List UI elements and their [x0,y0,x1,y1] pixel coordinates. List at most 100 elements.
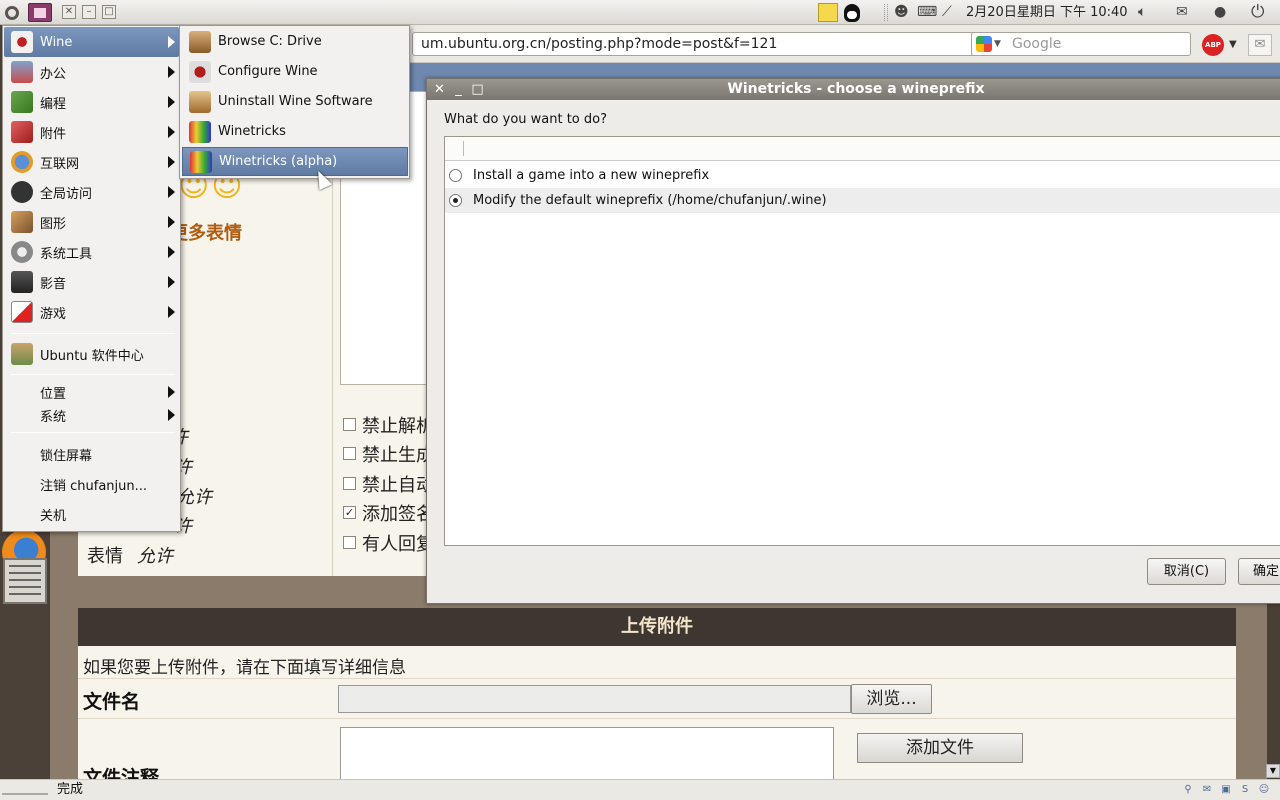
smiley-icon[interactable]: ☺ [1256,782,1272,798]
ubuntu-logo-icon[interactable] [2,3,22,22]
chevron-down-icon[interactable]: ▼ [1229,34,1237,56]
qq-tray-icon[interactable]: ☻ [894,3,909,22]
chevron-right-icon [168,126,175,138]
add-file-button[interactable]: 添加文件 [857,733,1023,763]
menu-item-graphics[interactable]: 图形 [4,207,179,237]
clock[interactable]: 2月20日星期日 下午 10:40 [966,3,1128,22]
chevron-right-icon [168,306,175,318]
checkbox-attach-signature[interactable]: ✓ [343,506,356,519]
menu-label-office: 办公 [40,66,67,82]
sp-icon[interactable]: S [1237,782,1253,798]
dialog-titlebar[interactable]: ✕ _ □ Winetricks - choose a wineprefix [427,79,1280,100]
file-input[interactable] [338,685,851,713]
minimize-icon[interactable]: – [82,5,96,19]
menu-label-graphics: 图形 [40,216,67,232]
browser-statusbar: 完成 ⚲ ✉ ▣ S ☺ [0,779,1280,800]
menu-item-shutdown[interactable]: 关机 [4,499,179,529]
menu-item-games[interactable]: 游戏 [4,297,179,327]
submenu-item-winetricks-alpha[interactable]: Winetricks (alpha) [182,147,408,176]
checkbox-label-1: 禁止解析 [362,416,434,437]
menu-label-accessibility: 全局访问 [40,186,93,202]
chevron-right-icon [168,156,175,168]
volume-icon[interactable]: 🔈︎ [1138,3,1146,22]
checkbox-label-4: 添加签名 [362,504,434,525]
chevron-right-icon [168,36,175,48]
submenu-item-uninstall[interactable]: Uninstall Wine Software [182,87,408,116]
menu-label-sound-video: 影音 [40,276,67,292]
emoticons-row: 表情 允许 [87,542,173,568]
file-comment-textarea[interactable] [340,727,834,779]
software-center-icon [11,343,33,365]
menu-label-lock-screen: 锁住屏幕 [40,448,93,464]
menu-item-system[interactable]: 系统 [4,402,179,428]
submenu-item-browse-c-drive[interactable]: Browse C: Drive [182,27,408,56]
cancel-button[interactable]: 取消(C) [1147,558,1226,585]
chat-icon[interactable]: ● [1214,3,1226,22]
option-modify-default[interactable]: Modify the default wineprefix (/home/chu… [445,188,1280,213]
option-install-game[interactable]: Install a game into a new wineprefix [445,163,1280,188]
submenu-item-configure-wine[interactable]: Configure Wine [182,57,408,86]
keyboard-icon[interactable]: ⌨ [917,3,937,22]
menu-item-programming[interactable]: 编程 [4,87,179,117]
list-header[interactable] [445,137,1280,161]
addon-icon[interactable]: ▣ [1218,782,1234,798]
menu-item-software-center[interactable]: Ubuntu 软件中心 [4,339,179,369]
radio-install-game[interactable] [449,169,462,182]
graphics-icon [11,211,33,233]
menu-item-lock-screen[interactable]: 锁住屏幕 [4,439,179,469]
submenu-label-configure-wine: Configure Wine [218,64,318,79]
mail-icon[interactable]: ✉ [1176,3,1188,22]
power-icon[interactable]: ⏻ [1251,3,1264,22]
internet-icon [11,151,33,173]
network-icon[interactable]: ⟋ [942,3,952,22]
checkbox-disable-urls[interactable] [343,447,356,460]
menu-item-sound-video[interactable]: 影音 [4,267,179,297]
menu-label-places: 位置 [40,386,67,402]
prefix-option-list: Install a game into a new wineprefix Mod… [444,136,1280,546]
mail-icon[interactable]: ✉ [1199,782,1215,798]
chevron-right-icon [168,409,175,421]
adblock-icon[interactable]: ABP [1202,34,1224,56]
radio-modify-default[interactable] [449,194,462,207]
checkbox-disable-bbcode[interactable] [343,418,356,431]
window-list-icon[interactable] [3,558,47,604]
chevron-right-icon [168,276,175,288]
search-input[interactable]: ▼ Google [971,32,1191,56]
menu-item-accessories[interactable]: 附件 [4,117,179,147]
menu-item-internet[interactable]: 互联网 [4,147,179,177]
chevron-down-icon[interactable]: ▼ [994,33,1001,55]
accessories-icon [11,121,33,143]
browse-button[interactable]: 浏览... [851,684,932,714]
menu-label-games: 游戏 [40,306,67,322]
mail-icon[interactable]: ✉ [1248,34,1272,56]
qq-icon[interactable] [842,3,862,22]
google-icon[interactable] [976,36,992,52]
address-url: um.ubuntu.org.cn/posting.php?mode=post&f… [421,36,778,52]
wine-icon [11,31,33,53]
dialog-prompt: What do you want to do? [444,112,608,127]
menu-item-accessibility[interactable]: 全局访问 [4,177,179,207]
app-switcher-icon[interactable] [28,3,52,22]
maximize-icon[interactable]: □ [102,5,116,19]
status-text: 完成 [57,782,84,797]
uninstall-icon [189,90,211,113]
checkbox-disable-auto[interactable] [343,477,356,490]
ok-button[interactable]: 确定 [1238,558,1280,585]
top-panel: ✕ – □ ☻ ⌨ ⟋ 2月20日星期日 下午 10:40 🔈︎ ✉ ● ⏻ [0,0,1280,25]
option-label-modify-default: Modify the default wineprefix (/home/chu… [473,193,827,208]
submenu-label-winetricks: Winetricks [218,124,286,139]
search-placeholder: Google [1012,36,1062,52]
menu-item-office[interactable]: 办公 [4,57,179,87]
scroll-down-arrow-icon[interactable]: ▼ [1266,764,1280,778]
menu-item-logout[interactable]: 注销 chufanjun... [4,469,179,499]
submenu-item-winetricks[interactable]: Winetricks [182,117,408,146]
sticky-notes-icon[interactable] [818,3,838,22]
menu-item-system-tools[interactable]: 系统工具 [4,237,179,267]
upload-info-text: 如果您要上传附件，请在下面填写详细信息 [83,658,406,678]
office-icon [11,61,33,83]
applications-menu: Wine 办公 编程 附件 互联网 全局访问 图形 系统工具 影音 游戏 Ubu… [2,25,181,532]
checkbox-notify-reply[interactable] [343,536,356,549]
close-icon[interactable]: ✕ [62,5,76,19]
menu-item-wine[interactable]: Wine [4,27,179,57]
link-icon[interactable]: ⚲ [1180,782,1196,798]
